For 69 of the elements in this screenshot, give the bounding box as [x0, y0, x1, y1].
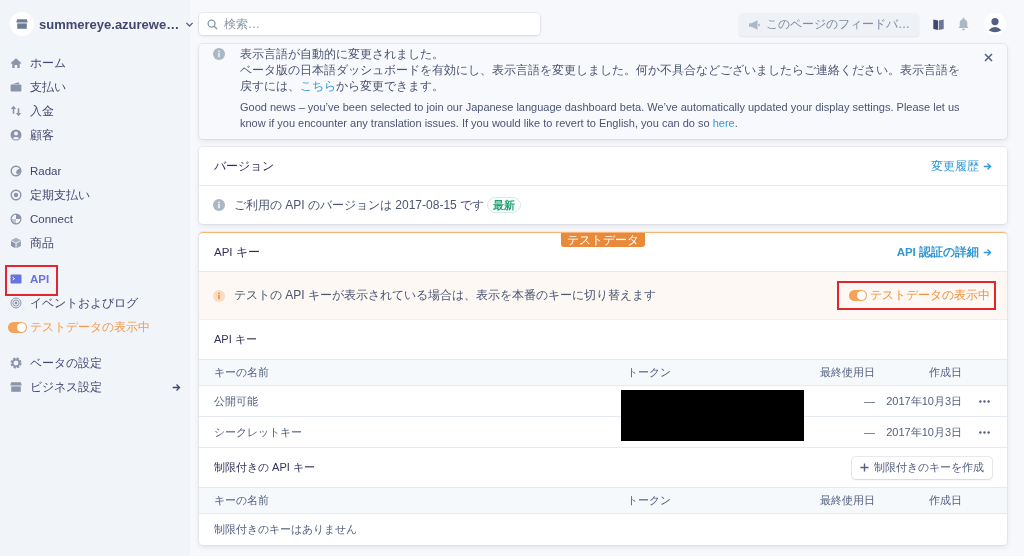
table-cell: —: [864, 426, 875, 438]
sidebar-item[interactable]: 商品: [7, 231, 57, 255]
empty-table-text: 制限付きのキーはありません: [214, 522, 357, 537]
column-header: キーの名前: [214, 493, 270, 508]
arrow-right-icon: [983, 161, 992, 171]
store-icon: [10, 381, 22, 393]
section-title: 制限付きの API キー: [214, 460, 315, 475]
column-header: トークン: [626, 493, 672, 508]
table-cell-text: シークレットキー: [214, 424, 303, 440]
column-header: 作成日: [929, 365, 962, 380]
table-cell: 2017年10月3日: [886, 393, 962, 409]
toggle-switch[interactable]: [849, 290, 867, 301]
sidebar-item[interactable]: Radar: [7, 159, 65, 183]
store-logo-icon: [10, 12, 34, 36]
more-icon[interactable]: [979, 430, 990, 434]
sidebar-item[interactable]: 顧客: [7, 123, 57, 147]
column-header: 作成日: [929, 493, 962, 508]
sidebar-item[interactable]: 定期支払い: [7, 183, 93, 207]
sidebar-item[interactable]: 入金: [7, 99, 57, 123]
cube-icon: [10, 237, 22, 249]
search-icon: [207, 19, 218, 30]
column-header: 最終使用日: [820, 493, 875, 508]
section-title: API キー: [214, 244, 260, 260]
table-cell: 2017年10月3日: [886, 424, 962, 440]
section-title: API キー: [214, 332, 257, 347]
column-header: 最終使用日: [820, 365, 875, 380]
column-header: キーの名前: [214, 365, 270, 380]
sidebar-item[interactable]: イベントおよびログ: [7, 291, 141, 315]
gear-icon: [10, 357, 22, 369]
toggle-switch[interactable]: [8, 321, 27, 333]
target-icon: [10, 189, 22, 201]
sidebar-item[interactable]: ホーム: [7, 51, 69, 75]
table-cell: —: [864, 395, 875, 407]
wallet-icon: [10, 81, 22, 93]
avatar-icon[interactable]: [984, 13, 1006, 35]
sidebar-item[interactable]: API: [7, 267, 53, 291]
arrow-right-icon: [983, 247, 992, 257]
test-data-badge: テストデータ: [561, 233, 645, 247]
close-icon[interactable]: [984, 53, 993, 62]
radar-icon: [10, 165, 22, 177]
house-icon: [10, 57, 22, 69]
column-header: トークン: [626, 365, 672, 380]
notice-title: 表示言語が自動的に変更されました。: [240, 46, 445, 62]
up-down-arrows-icon: [10, 105, 22, 117]
section-title: バージョン: [214, 157, 274, 175]
version-text: ご利用の API のバージョンは 2017-08-15 です: [234, 196, 485, 214]
notice-text: ベータ版の日本語ダッシュボードを有効にし、表示言語を変更しました。何か不具合などございましたらご連絡ください。表示言語を戻すには、こちらから変更できます。: [240, 62, 961, 94]
search-field[interactable]: 検索…: [199, 13, 540, 35]
table-cell-text: 公開可能: [214, 393, 259, 409]
concentric-rings-icon: [10, 297, 22, 309]
sidebar-item[interactable]: Connect: [7, 207, 76, 231]
banner-text: テストの API キーが表示されている場合は、表示を本番のキーに切り替えます: [234, 287, 656, 304]
more-icon[interactable]: [979, 399, 990, 403]
sidebar-item[interactable]: 支払い: [7, 75, 69, 99]
sidebar-item[interactable]: ビジネス設定: [7, 375, 184, 399]
globe-icon: [10, 213, 22, 225]
info-icon: [213, 48, 225, 60]
info-icon: [213, 289, 225, 302]
arrow-right-icon: [172, 382, 181, 392]
create-restricted-key-button[interactable]: 制限付きのキーを作成: [852, 456, 992, 479]
notice-text: Good news – you’ve been selected to join our Japanese language dashboard beta. We’ve automatically updated your display settings. Please let us know if you encounter any translation issues. If you would like to revert to English, you can do so here.: [240, 100, 961, 131]
account-switcher[interactable]: summereye.azurewe…: [10, 12, 184, 36]
sidebar-item[interactable]: ベータの設定: [7, 351, 105, 375]
terminal-icon: [10, 273, 22, 285]
megaphone-icon: [748, 18, 760, 31]
person-icon: [10, 129, 22, 141]
info-icon: [213, 199, 225, 211]
book-icon[interactable]: [932, 18, 945, 31]
plus-icon: [860, 463, 869, 472]
